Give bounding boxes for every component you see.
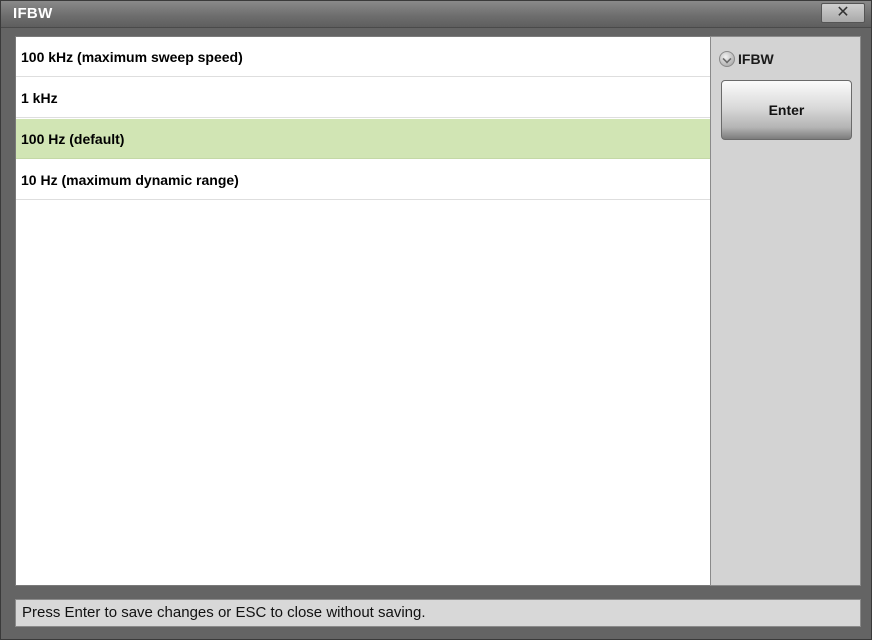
side-panel: IFBW Enter [710,36,861,586]
list-item-label: 100 kHz (maximum sweep speed) [21,49,243,65]
list-item-label: 100 Hz (default) [21,131,125,147]
ifbw-section-label: IFBW [738,51,774,67]
list-item-label: 1 kHz [21,90,58,106]
title-bar: IFBW ✕ [1,1,871,28]
ifbw-option-list: 100 kHz (maximum sweep speed) 1 kHz 100 … [15,36,711,586]
status-bar: Press Enter to save changes or ESC to cl… [15,599,861,627]
ifbw-section-toggle[interactable]: IFBW [719,51,774,67]
status-message: Press Enter to save changes or ESC to cl… [22,604,426,621]
close-button[interactable]: ✕ [821,3,865,23]
list-item-100khz[interactable]: 100 kHz (maximum sweep speed) [16,37,710,77]
dialog-title: IFBW [13,5,53,22]
chevron-down-icon [719,51,735,67]
enter-button-label: Enter [768,102,805,118]
list-item-10hz[interactable]: 10 Hz (maximum dynamic range) [16,160,710,200]
list-item-100hz[interactable]: 100 Hz (default) [16,119,710,159]
enter-button[interactable]: Enter [721,80,852,140]
close-icon: ✕ [836,4,850,21]
ifbw-dialog: IFBW ✕ 100 kHz (maximum sweep speed) 1 k… [0,0,872,640]
list-item-1khz[interactable]: 1 kHz [16,78,710,118]
list-item-label: 10 Hz (maximum dynamic range) [21,172,239,188]
